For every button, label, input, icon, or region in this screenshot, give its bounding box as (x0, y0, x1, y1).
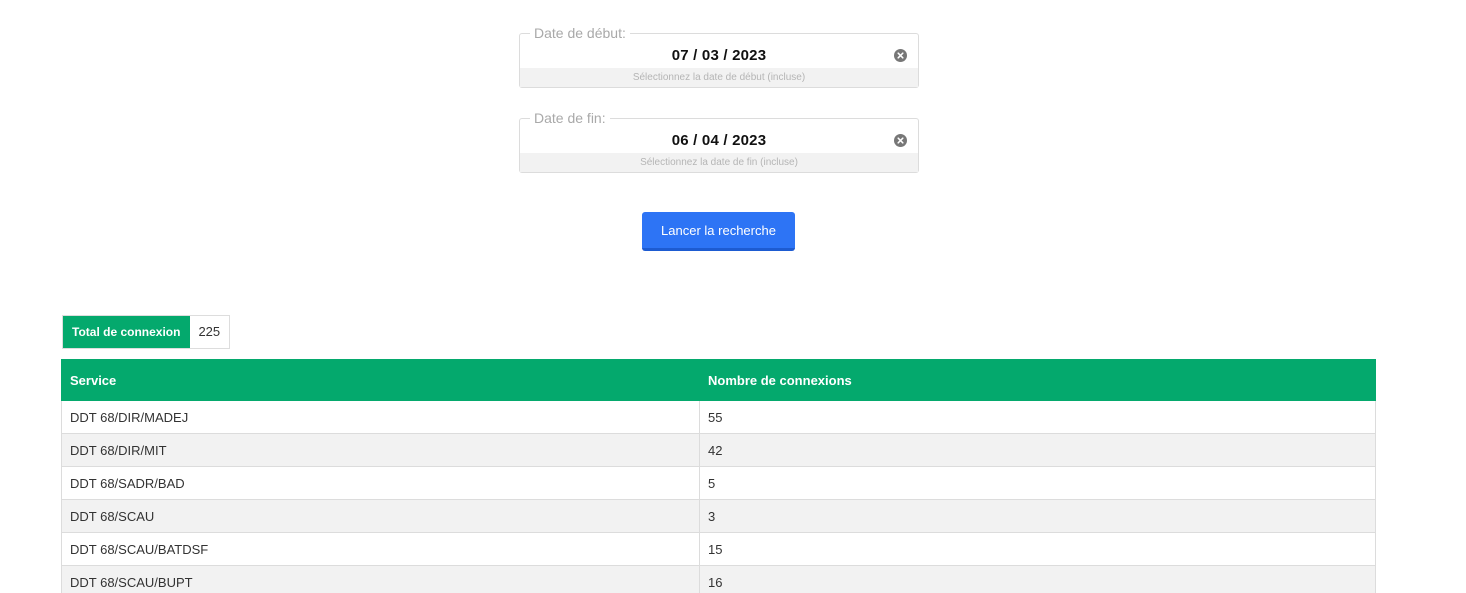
start-date-value[interactable]: 07 / 03 / 2023 (520, 47, 918, 64)
total-connections-badge: Total de connexion 225 (62, 315, 231, 349)
total-connections-label: Total de connexion (63, 316, 191, 348)
end-date-hint: Sélectionnez la date de fin (incluse) (520, 153, 918, 172)
end-date-legend: Date de fin: (530, 110, 610, 126)
start-date-field[interactable]: Date de début: 07 / 03 / 2023 Sélectionn… (519, 25, 919, 88)
connections-cell: 55 (699, 400, 1376, 434)
table-row: DDT 68/SADR/BAD 5 (61, 466, 1376, 500)
connections-table: Service Nombre de connexions DDT 68/DIR/… (61, 359, 1376, 593)
connections-cell: 16 (699, 565, 1376, 593)
connection-stats-page: Date de début: 07 / 03 / 2023 Sélectionn… (0, 0, 1466, 593)
table-header-row: Service Nombre de connexions (61, 359, 1376, 401)
service-cell: DDT 68/SCAU/BATDSF (61, 532, 700, 566)
clear-end-date-icon[interactable] (894, 134, 907, 147)
service-cell: DDT 68/DIR/MIT (61, 433, 700, 467)
column-header-connections[interactable]: Nombre de connexions (699, 359, 1376, 401)
end-date-value[interactable]: 06 / 04 / 2023 (520, 132, 918, 149)
clear-start-date-icon[interactable] (894, 49, 907, 62)
connections-cell: 15 (699, 532, 1376, 566)
start-date-legend: Date de début: (530, 25, 630, 41)
table-row: DDT 68/SCAU 3 (61, 499, 1376, 533)
connections-cell: 3 (699, 499, 1376, 533)
column-header-service[interactable]: Service (61, 359, 700, 401)
table-row: DDT 68/SCAU/BUPT 16 (61, 565, 1376, 593)
table-row: DDT 68/SCAU/BATDSF 15 (61, 532, 1376, 566)
table-row: DDT 68/DIR/MADEJ 55 (61, 400, 1376, 434)
service-cell: DDT 68/DIR/MADEJ (61, 400, 700, 434)
connections-cell: 42 (699, 433, 1376, 467)
total-connections-value: 225 (190, 316, 230, 348)
connections-cell: 5 (699, 466, 1376, 500)
end-date-field[interactable]: Date de fin: 06 / 04 / 2023 Sélectionnez… (519, 110, 919, 173)
service-cell: DDT 68/SCAU/BUPT (61, 565, 700, 593)
service-cell: DDT 68/SADR/BAD (61, 466, 700, 500)
start-date-hint: Sélectionnez la date de début (incluse) (520, 68, 918, 87)
search-button[interactable]: Lancer la recherche (642, 212, 795, 251)
service-cell: DDT 68/SCAU (61, 499, 700, 533)
table-row: DDT 68/DIR/MIT 42 (61, 433, 1376, 467)
